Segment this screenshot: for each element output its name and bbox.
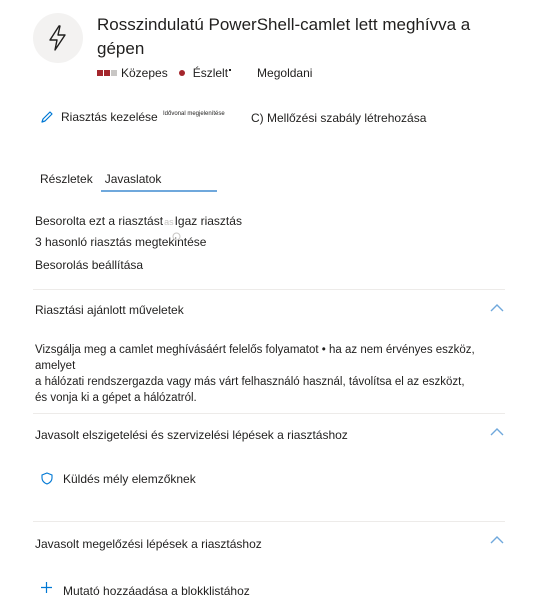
classified-as-label: Besorolta ezt a riasztást xyxy=(35,214,164,228)
classify-settings-link[interactable]: Besorolás beállítása xyxy=(35,258,143,272)
classified-as-row: Besorolta ezt a riasztástasIgaz riasztás xyxy=(35,214,242,228)
add-indicator-to-blocklist-button[interactable]: Mutató hozzáadása a blokklistához xyxy=(63,584,250,598)
chevron-up-icon[interactable] xyxy=(490,427,504,437)
body-line: Vizsgálja meg a camlet meghívásáért fele… xyxy=(35,344,475,372)
suppression-rule-button[interactable]: C) Mellőzési szabály létrehozása xyxy=(251,111,426,125)
chevron-up-icon[interactable] xyxy=(490,535,504,545)
chevron-up-icon[interactable] xyxy=(490,303,504,313)
lightning-icon xyxy=(49,25,66,51)
containment-steps-title[interactable]: Javasolt elszigetelési és szervizelési l… xyxy=(35,428,348,442)
classified-value: Igaz riasztás xyxy=(174,214,242,228)
body-line: és vonja ki a gépet a hálózatról. xyxy=(35,392,197,404)
status-label: Észlelt xyxy=(192,66,229,80)
status-dot-icon xyxy=(178,70,185,76)
divider xyxy=(33,413,505,414)
alert-title: Rosszindulatú PowerShell-camlet lett meg… xyxy=(97,15,471,58)
clock-icon xyxy=(172,232,181,241)
shield-icon xyxy=(41,472,53,485)
timeline-view-button[interactable]: Idővonal megjelenítése xyxy=(163,111,225,117)
alert-type-icon-container xyxy=(33,13,83,63)
active-tab-indicator xyxy=(101,190,217,192)
body-line: a hálózati rendszergazda vagy más várt f… xyxy=(35,376,465,388)
severity-label: Közepes xyxy=(121,66,168,80)
classified-separator-icon: as xyxy=(164,217,174,227)
plus-icon xyxy=(41,582,52,593)
severity-bars-icon xyxy=(97,70,117,76)
pencil-icon xyxy=(41,111,53,123)
manage-alert-button[interactable]: Riasztás kezelése xyxy=(61,110,158,124)
action-bar: Riasztás kezelése xyxy=(40,109,158,125)
recommended-actions-title[interactable]: Riasztási ajánlott műveletek xyxy=(35,303,184,317)
status-indicator-icon xyxy=(229,69,232,71)
tab-details[interactable]: Részletek xyxy=(40,172,93,194)
alert-meta: Közepes Észlelt Megoldani xyxy=(97,65,312,81)
divider xyxy=(33,521,505,522)
divider xyxy=(33,289,505,290)
resolve-label[interactable]: Megoldani xyxy=(257,66,312,80)
send-to-deep-analysis-button[interactable]: Küldés mély elemzőknek xyxy=(63,472,196,486)
prevention-steps-title[interactable]: Javasolt megelőzési lépések a riasztásho… xyxy=(35,537,262,551)
recommended-actions-body: Vizsgálja meg a camlet meghívásáért fele… xyxy=(35,342,515,406)
